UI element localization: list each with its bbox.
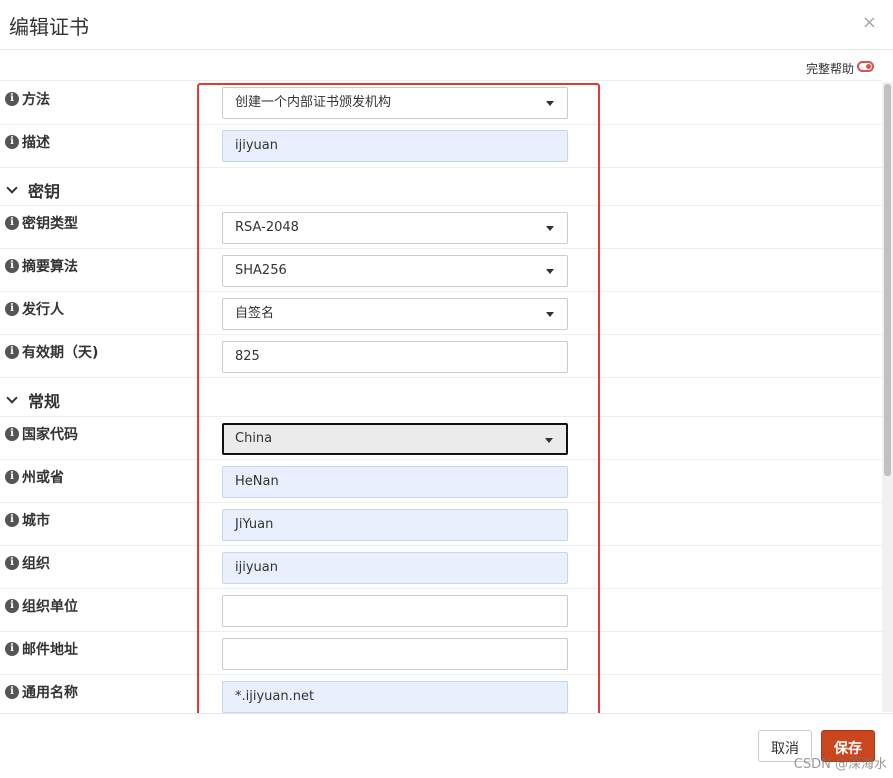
- common-name-label: 通用名称: [22, 685, 78, 701]
- info-icon[interactable]: i: [5, 685, 19, 699]
- section-general-header[interactable]: 常规: [5, 388, 60, 412]
- info-icon[interactable]: i: [5, 92, 19, 106]
- email-label-group: i 邮件地址: [5, 639, 78, 659]
- org-unit-label: 组织单位: [22, 599, 78, 615]
- digest-label-group: i 摘要算法: [5, 256, 78, 276]
- row-email: i 邮件地址: [0, 632, 882, 675]
- city-label-group: i 城市: [5, 510, 50, 530]
- lifetime-value: 825: [235, 349, 260, 364]
- issuer-label-group: i 发行人: [5, 299, 64, 319]
- caret-down-icon: [545, 438, 553, 443]
- issuer-select[interactable]: 自签名: [222, 298, 568, 330]
- row-country: i 国家代码 China: [0, 417, 882, 460]
- key-type-select[interactable]: RSA-2048: [222, 212, 568, 244]
- row-issuer: i 发行人 自签名: [0, 292, 882, 335]
- full-help-toggle[interactable]: [857, 61, 874, 72]
- info-icon[interactable]: i: [5, 259, 19, 273]
- info-icon[interactable]: i: [5, 427, 19, 441]
- key-type-label-group: i 密钥类型: [5, 213, 78, 233]
- method-label-group: i 方法: [5, 89, 50, 109]
- org-unit-input[interactable]: [222, 595, 568, 627]
- key-type-label: 密钥类型: [22, 216, 78, 232]
- country-value: China: [235, 431, 273, 446]
- digest-value: SHA256: [235, 263, 287, 278]
- row-common-name: i 通用名称 *.ijiyuan.net: [0, 675, 882, 713]
- row-lifetime: i 有效期（天) 825: [0, 335, 882, 378]
- state-label-group: i 州或省: [5, 467, 64, 487]
- digest-select[interactable]: SHA256: [222, 255, 568, 287]
- method-label: 方法: [22, 92, 50, 108]
- method-select[interactable]: 创建一个内部证书颁发机构: [222, 87, 568, 119]
- state-label: 州或省: [22, 470, 64, 486]
- row-digest: i 摘要算法 SHA256: [0, 249, 882, 292]
- row-org: i 组织 ijiyuan: [0, 546, 882, 589]
- lifetime-label: 有效期（天): [22, 345, 99, 361]
- state-input[interactable]: HeNan: [222, 466, 568, 498]
- method-value: 创建一个内部证书颁发机构: [235, 95, 392, 110]
- lifetime-input[interactable]: 825: [222, 341, 568, 373]
- issuer-label: 发行人: [22, 302, 64, 318]
- caret-down-icon: [546, 269, 554, 274]
- description-input[interactable]: ijiyuan: [222, 130, 568, 162]
- row-key-type: i 密钥类型 RSA-2048: [0, 206, 882, 249]
- info-icon[interactable]: i: [5, 470, 19, 484]
- caret-down-icon: [546, 312, 554, 317]
- state-value: HeNan: [235, 474, 279, 489]
- email-input[interactable]: [222, 638, 568, 670]
- close-icon[interactable]: ×: [862, 12, 877, 33]
- watermark: CSDN @深海水: [793, 757, 887, 772]
- city-input[interactable]: JiYuan: [222, 509, 568, 541]
- country-label: 国家代码: [22, 427, 78, 443]
- org-unit-label-group: i 组织单位: [5, 596, 78, 616]
- city-label: 城市: [22, 513, 50, 529]
- dialog-title: 编辑证书: [9, 15, 89, 39]
- issuer-value: 自签名: [235, 306, 275, 321]
- info-icon[interactable]: i: [5, 513, 19, 527]
- caret-down-icon: [546, 101, 554, 106]
- common-name-value: *.ijiyuan.net: [235, 689, 315, 704]
- help-row: 完整帮助: [0, 51, 882, 81]
- org-label-group: i 组织: [5, 553, 50, 573]
- dialog-footer: 取消 保存 CSDN @深海水: [0, 713, 893, 778]
- description-value: ijiyuan: [235, 138, 278, 153]
- country-label-group: i 国家代码: [5, 424, 78, 444]
- chevron-down-icon: [6, 182, 18, 194]
- lifetime-label-group: i 有效期（天): [5, 342, 98, 362]
- caret-down-icon: [546, 226, 554, 231]
- key-type-value: RSA-2048: [235, 220, 299, 235]
- section-general-title: 常规: [28, 392, 61, 411]
- section-key[interactable]: 密钥: [0, 168, 882, 206]
- row-description: i 描述 ijiyuan: [0, 125, 882, 168]
- description-label-group: i 描述: [5, 132, 50, 152]
- dialog-header: 编辑证书 ×: [0, 0, 893, 50]
- org-value: ijiyuan: [235, 560, 278, 575]
- digest-label: 摘要算法: [22, 259, 78, 275]
- city-value: JiYuan: [235, 517, 274, 532]
- full-help-label: 完整帮助: [805, 62, 854, 76]
- chevron-down-icon: [6, 392, 18, 404]
- common-name-label-group: i 通用名称: [5, 682, 78, 702]
- description-label: 描述: [22, 135, 50, 151]
- info-icon[interactable]: i: [5, 642, 19, 656]
- section-key-header[interactable]: 密钥: [5, 178, 60, 202]
- scrollbar[interactable]: [882, 82, 893, 712]
- email-label: 邮件地址: [22, 642, 78, 658]
- org-input[interactable]: ijiyuan: [222, 552, 568, 584]
- row-city: i 城市 JiYuan: [0, 503, 882, 546]
- section-key-title: 密钥: [28, 182, 61, 201]
- info-icon[interactable]: i: [5, 556, 19, 570]
- org-label: 组织: [22, 556, 50, 572]
- scrollbar-thumb[interactable]: [884, 84, 891, 476]
- info-icon[interactable]: i: [5, 216, 19, 230]
- info-icon[interactable]: i: [5, 345, 19, 359]
- country-select[interactable]: China: [222, 423, 568, 455]
- section-general[interactable]: 常规: [0, 378, 882, 417]
- info-icon[interactable]: i: [5, 135, 19, 149]
- row-state: i 州或省 HeNan: [0, 460, 882, 503]
- info-icon[interactable]: i: [5, 302, 19, 316]
- row-method: i 方法 创建一个内部证书颁发机构: [0, 82, 882, 125]
- row-org-unit: i 组织单位: [0, 589, 882, 632]
- info-icon[interactable]: i: [5, 599, 19, 613]
- common-name-input[interactable]: *.ijiyuan.net: [222, 681, 568, 713]
